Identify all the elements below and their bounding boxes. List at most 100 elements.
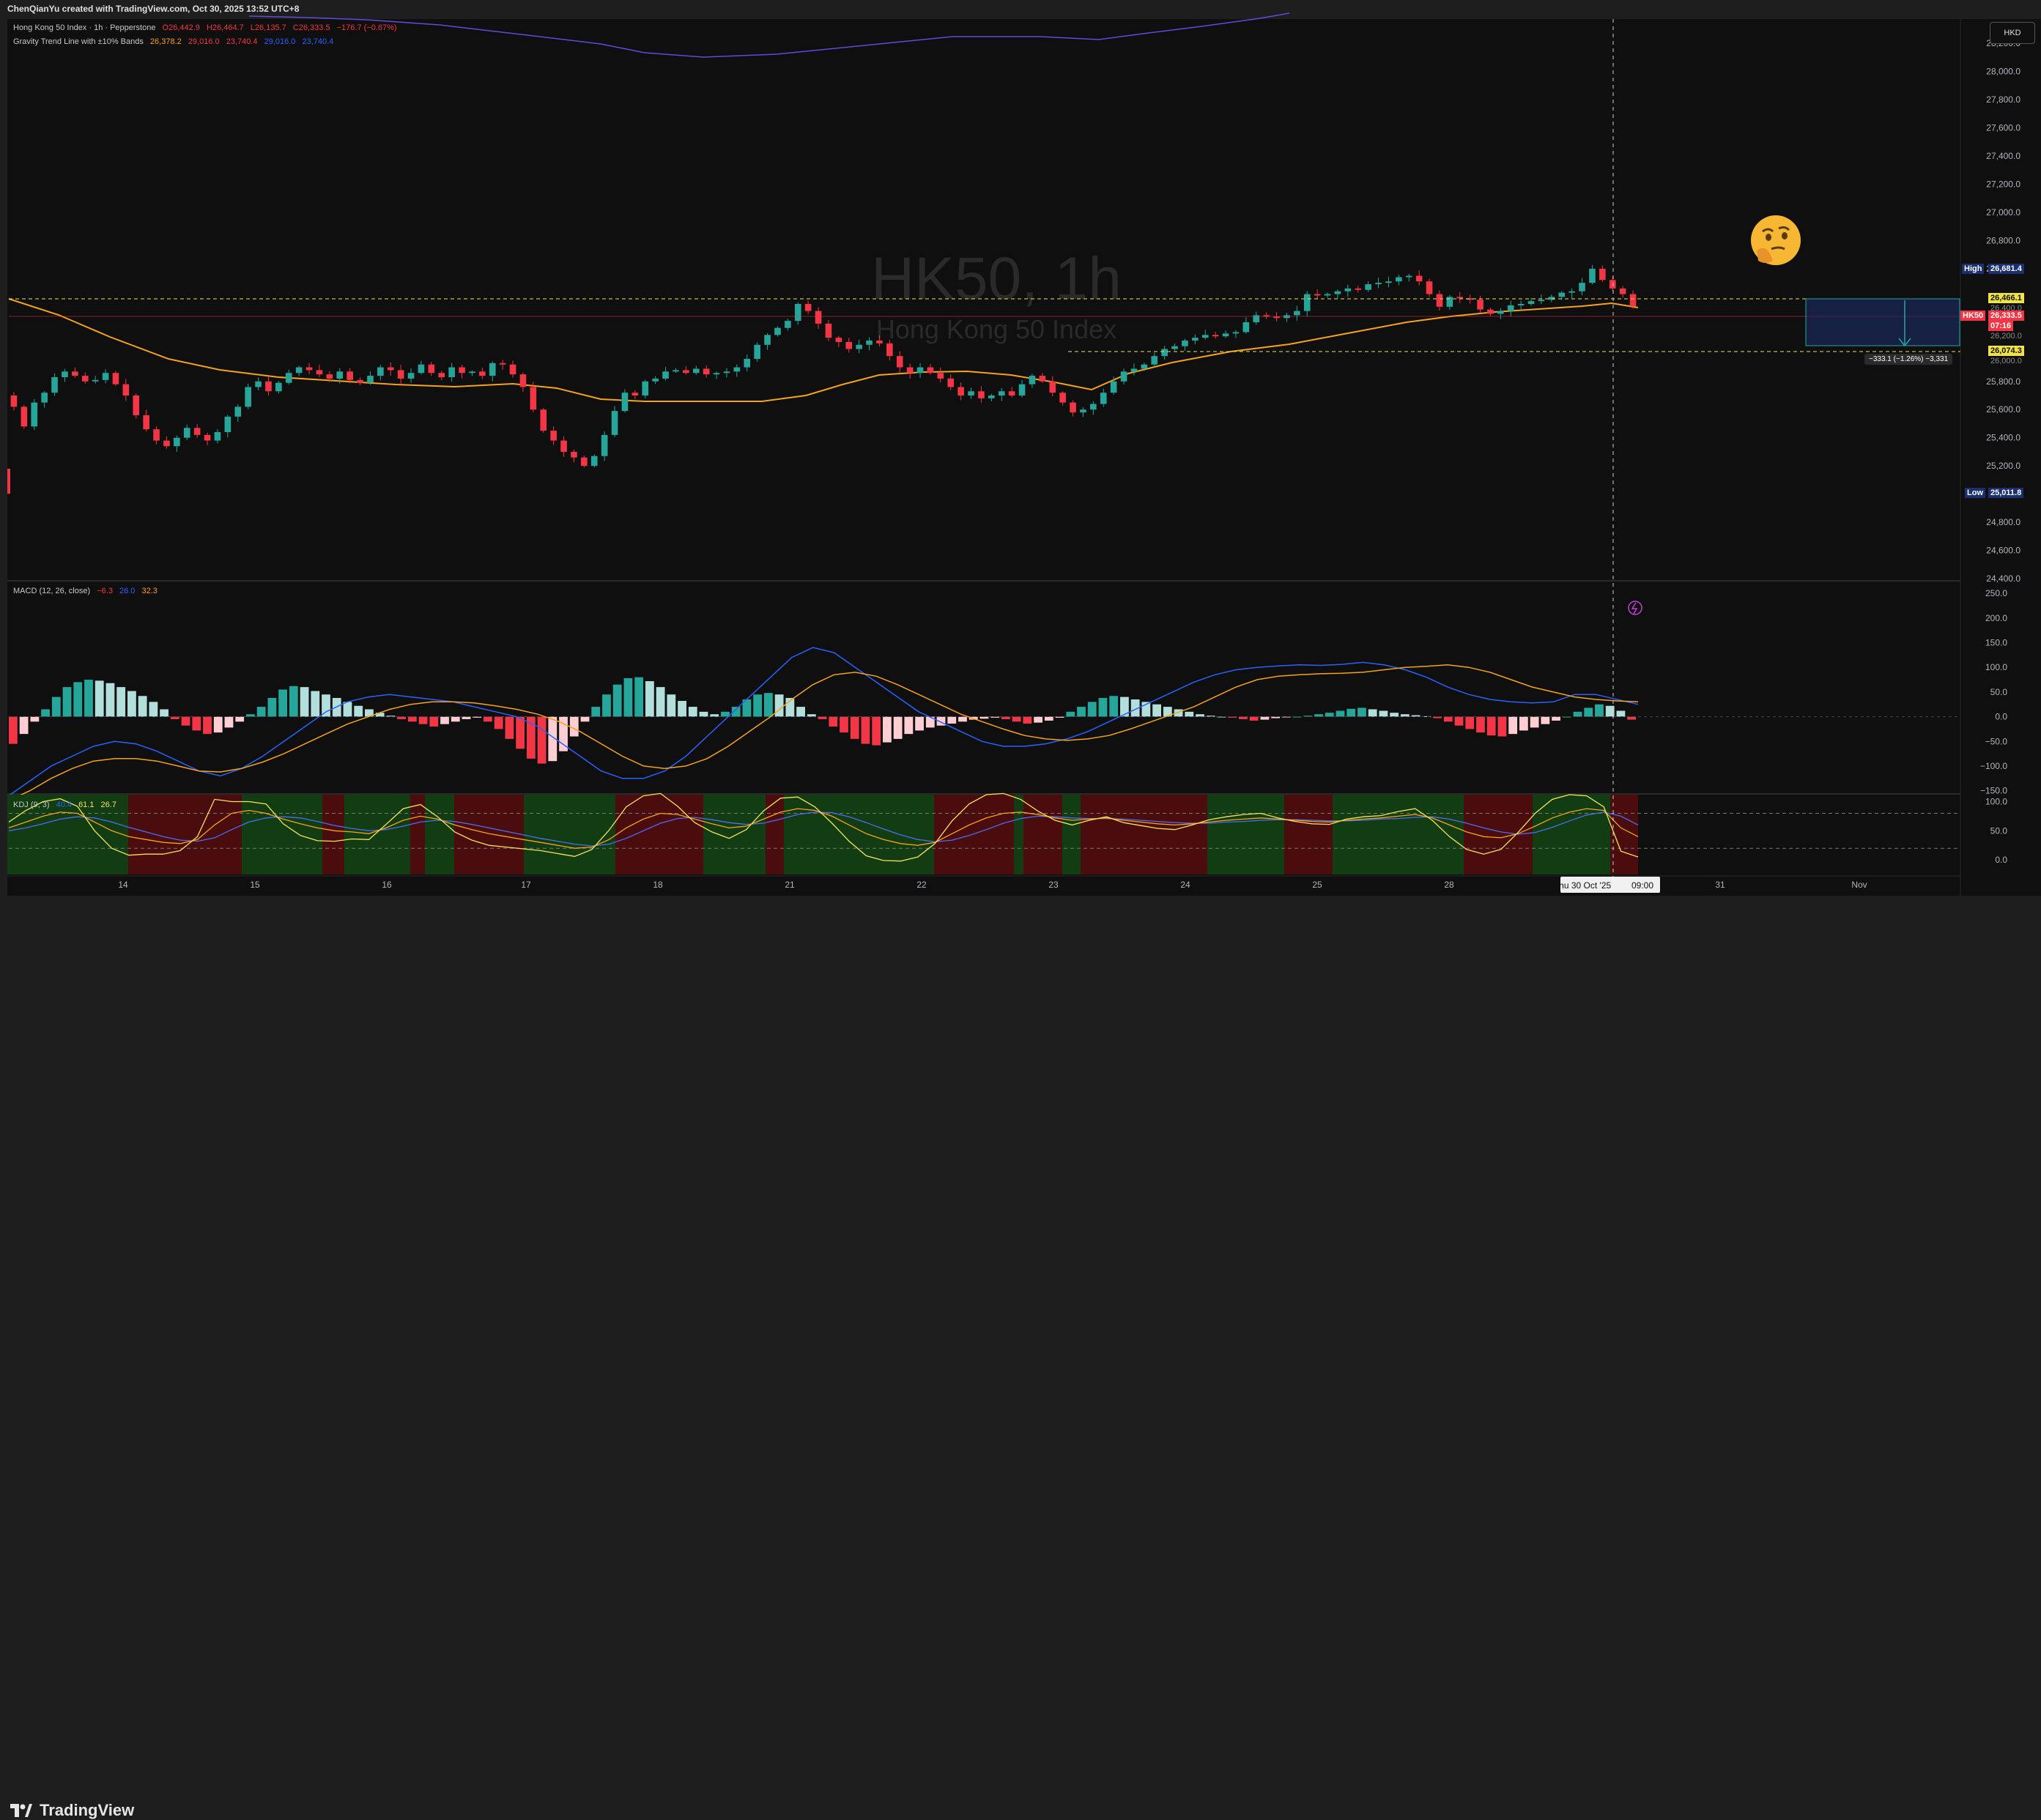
macd-histogram-bar: [796, 707, 805, 717]
price-tick-label: 25,400.0: [1986, 433, 2020, 443]
legend-kdj[interactable]: KDJ (9, 3) 40.4 61.1 26.7: [13, 801, 116, 809]
kdj-background-zone: [322, 795, 344, 874]
legend-gravity[interactable]: Gravity Trend Line with ±10% Bands 26,37…: [13, 37, 333, 46]
kdj-background-zone: [934, 795, 1014, 874]
candle-body: [397, 370, 404, 379]
candle-body: [642, 381, 649, 395]
legend-macd[interactable]: MACD (12, 26, close) −6.3 26.0 32.3: [13, 587, 158, 595]
candle-body: [815, 311, 822, 324]
macd-tick-label: 100.0: [1985, 662, 2007, 672]
high-label: High: [1962, 264, 1985, 274]
macd-signal-line: [8, 664, 1639, 801]
macd-histogram-bar: [451, 716, 460, 722]
macd-histogram-bar: [105, 683, 115, 717]
chart-svg[interactable]: HK50, 1h Hong Kong 50 Index Thu 30 Oct '…: [0, 0, 2041, 940]
macd-histogram-bar: [181, 716, 190, 726]
macd-histogram-bar: [116, 687, 126, 717]
candle-body: [387, 367, 394, 371]
macd-histogram-bar: [1185, 711, 1194, 717]
candle-body: [621, 393, 629, 412]
candle-body: [540, 409, 547, 431]
candle-body: [590, 456, 598, 467]
macd-histogram-bar: [84, 680, 93, 717]
candle-body: [428, 364, 435, 374]
watermark-name: Hong Kong 50 Index: [876, 314, 1116, 344]
hidden-level-3: 26,000.0: [1990, 357, 2022, 365]
candle-body: [1609, 280, 1616, 289]
macd-histogram-bar: [484, 716, 492, 722]
candle-body: [1579, 283, 1585, 291]
macd-histogram-bar: [893, 716, 903, 739]
candle-body: [51, 377, 58, 393]
candle-body: [1090, 404, 1097, 410]
candle-body: [285, 373, 292, 383]
macd-histogram-bar: [1077, 707, 1086, 717]
candle-body: [265, 381, 272, 392]
candle-body: [489, 363, 496, 376]
candle-body: [183, 428, 190, 438]
legend-kdj-v2: 61.1: [78, 801, 95, 809]
price-tick-label: 25,800.0: [1986, 376, 2020, 387]
price-tick-label: 27,600.0: [1986, 123, 2020, 133]
legend-main[interactable]: Hong Kong 50 Index · 1h · Pepperstone O2…: [13, 23, 397, 32]
lower-line-value: 26,074.3: [1988, 346, 2024, 356]
candle-layer: [10, 264, 1637, 468]
macd-histogram-bar: [612, 684, 622, 717]
macd-histogram-bar: [883, 716, 892, 743]
price-tick-label: 28,000.0: [1986, 67, 2020, 77]
candle-body: [856, 344, 862, 349]
candle-body: [448, 367, 455, 377]
macd-histogram-bar: [947, 716, 957, 724]
candle-body: [1426, 281, 1433, 294]
candle-body: [499, 363, 506, 365]
macd-histogram-bar: [1368, 709, 1377, 717]
macd-histogram-bar: [1109, 696, 1119, 717]
legend-gravity-v2: 29,016.0: [188, 37, 220, 46]
macd-histogram-bar: [343, 702, 352, 717]
candle-body: [1039, 376, 1046, 382]
candle-body: [692, 368, 700, 374]
candle-body: [825, 323, 832, 338]
candle-body: [785, 321, 791, 328]
candle-body: [1171, 346, 1178, 349]
candle-body: [1130, 368, 1138, 372]
macd-histogram-bar: [1379, 710, 1388, 717]
macd-histogram-bar: [1616, 710, 1626, 717]
tradingview-logo-text: TradingView: [40, 1801, 135, 1819]
candle-body: [1527, 301, 1535, 304]
macd-histogram-bar: [354, 705, 363, 717]
time-tick-label: 31: [1715, 880, 1725, 890]
macd-line: [8, 647, 1639, 797]
candle-body: [998, 391, 1005, 395]
macd-histogram-bar: [1552, 716, 1560, 721]
macd-histogram-bar: [861, 716, 870, 744]
candle-body: [968, 391, 974, 395]
macd-tick-label: 50.0: [1990, 687, 2008, 697]
macd-histogram-bar: [1034, 716, 1042, 723]
macd-tick-label: −50.0: [1985, 736, 2008, 746]
candle-body: [937, 373, 944, 379]
time-tick-label: 24: [1180, 880, 1190, 890]
low-label: Low: [1965, 488, 1985, 498]
macd-histogram-bar: [192, 716, 201, 731]
time-tick-label: 14: [118, 880, 128, 890]
candle-body: [81, 376, 89, 382]
candle-body: [1344, 288, 1352, 291]
kdj-background-zone: [128, 795, 242, 874]
axis-layer: 28,200.028,000.027,800.027,600.027,400.0…: [118, 38, 2020, 890]
currency-button[interactable]: HKD: [1990, 22, 2035, 44]
macd-histogram-bar: [807, 714, 816, 717]
candle-body: [713, 373, 720, 375]
kdj-tick-label: 0.0: [1995, 855, 2007, 865]
candle-body: [1487, 309, 1494, 314]
tradingview-logo[interactable]: TradingView: [10, 1801, 134, 1820]
candle-body: [1477, 300, 1483, 310]
gravity-layer: [8, 12, 1639, 402]
macd-tick-label: 200.0: [1985, 613, 2007, 623]
thinking-face-icon: [1751, 215, 1801, 265]
candle-body: [1008, 391, 1015, 395]
candle-body: [41, 393, 48, 403]
measure-label: −333.1 (−1.26%) −3,331: [1864, 354, 1953, 365]
macd-histogram-bar: [872, 716, 881, 746]
candle-body: [102, 373, 109, 380]
